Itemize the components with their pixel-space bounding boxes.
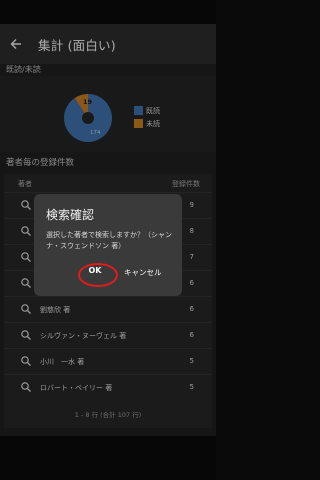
search-confirm-dialog: 検索確認 選択した著者で検索しますか？（シャンナ・スウェンドソン 著） OK キ… (34, 194, 182, 296)
cancel-button[interactable]: キャンセル (124, 267, 162, 278)
dialog-title: 検索確認 (46, 208, 95, 222)
app-screen: 集計 (面白い) 既読/未読 19 174 既読 未読 著者毎の登録件数 著者 … (0, 0, 216, 480)
dialog-message: 選択した著者で検索しますか？（シャンナ・スウェンドソン 著） (46, 231, 172, 250)
ok-button[interactable]: OK (82, 262, 108, 278)
